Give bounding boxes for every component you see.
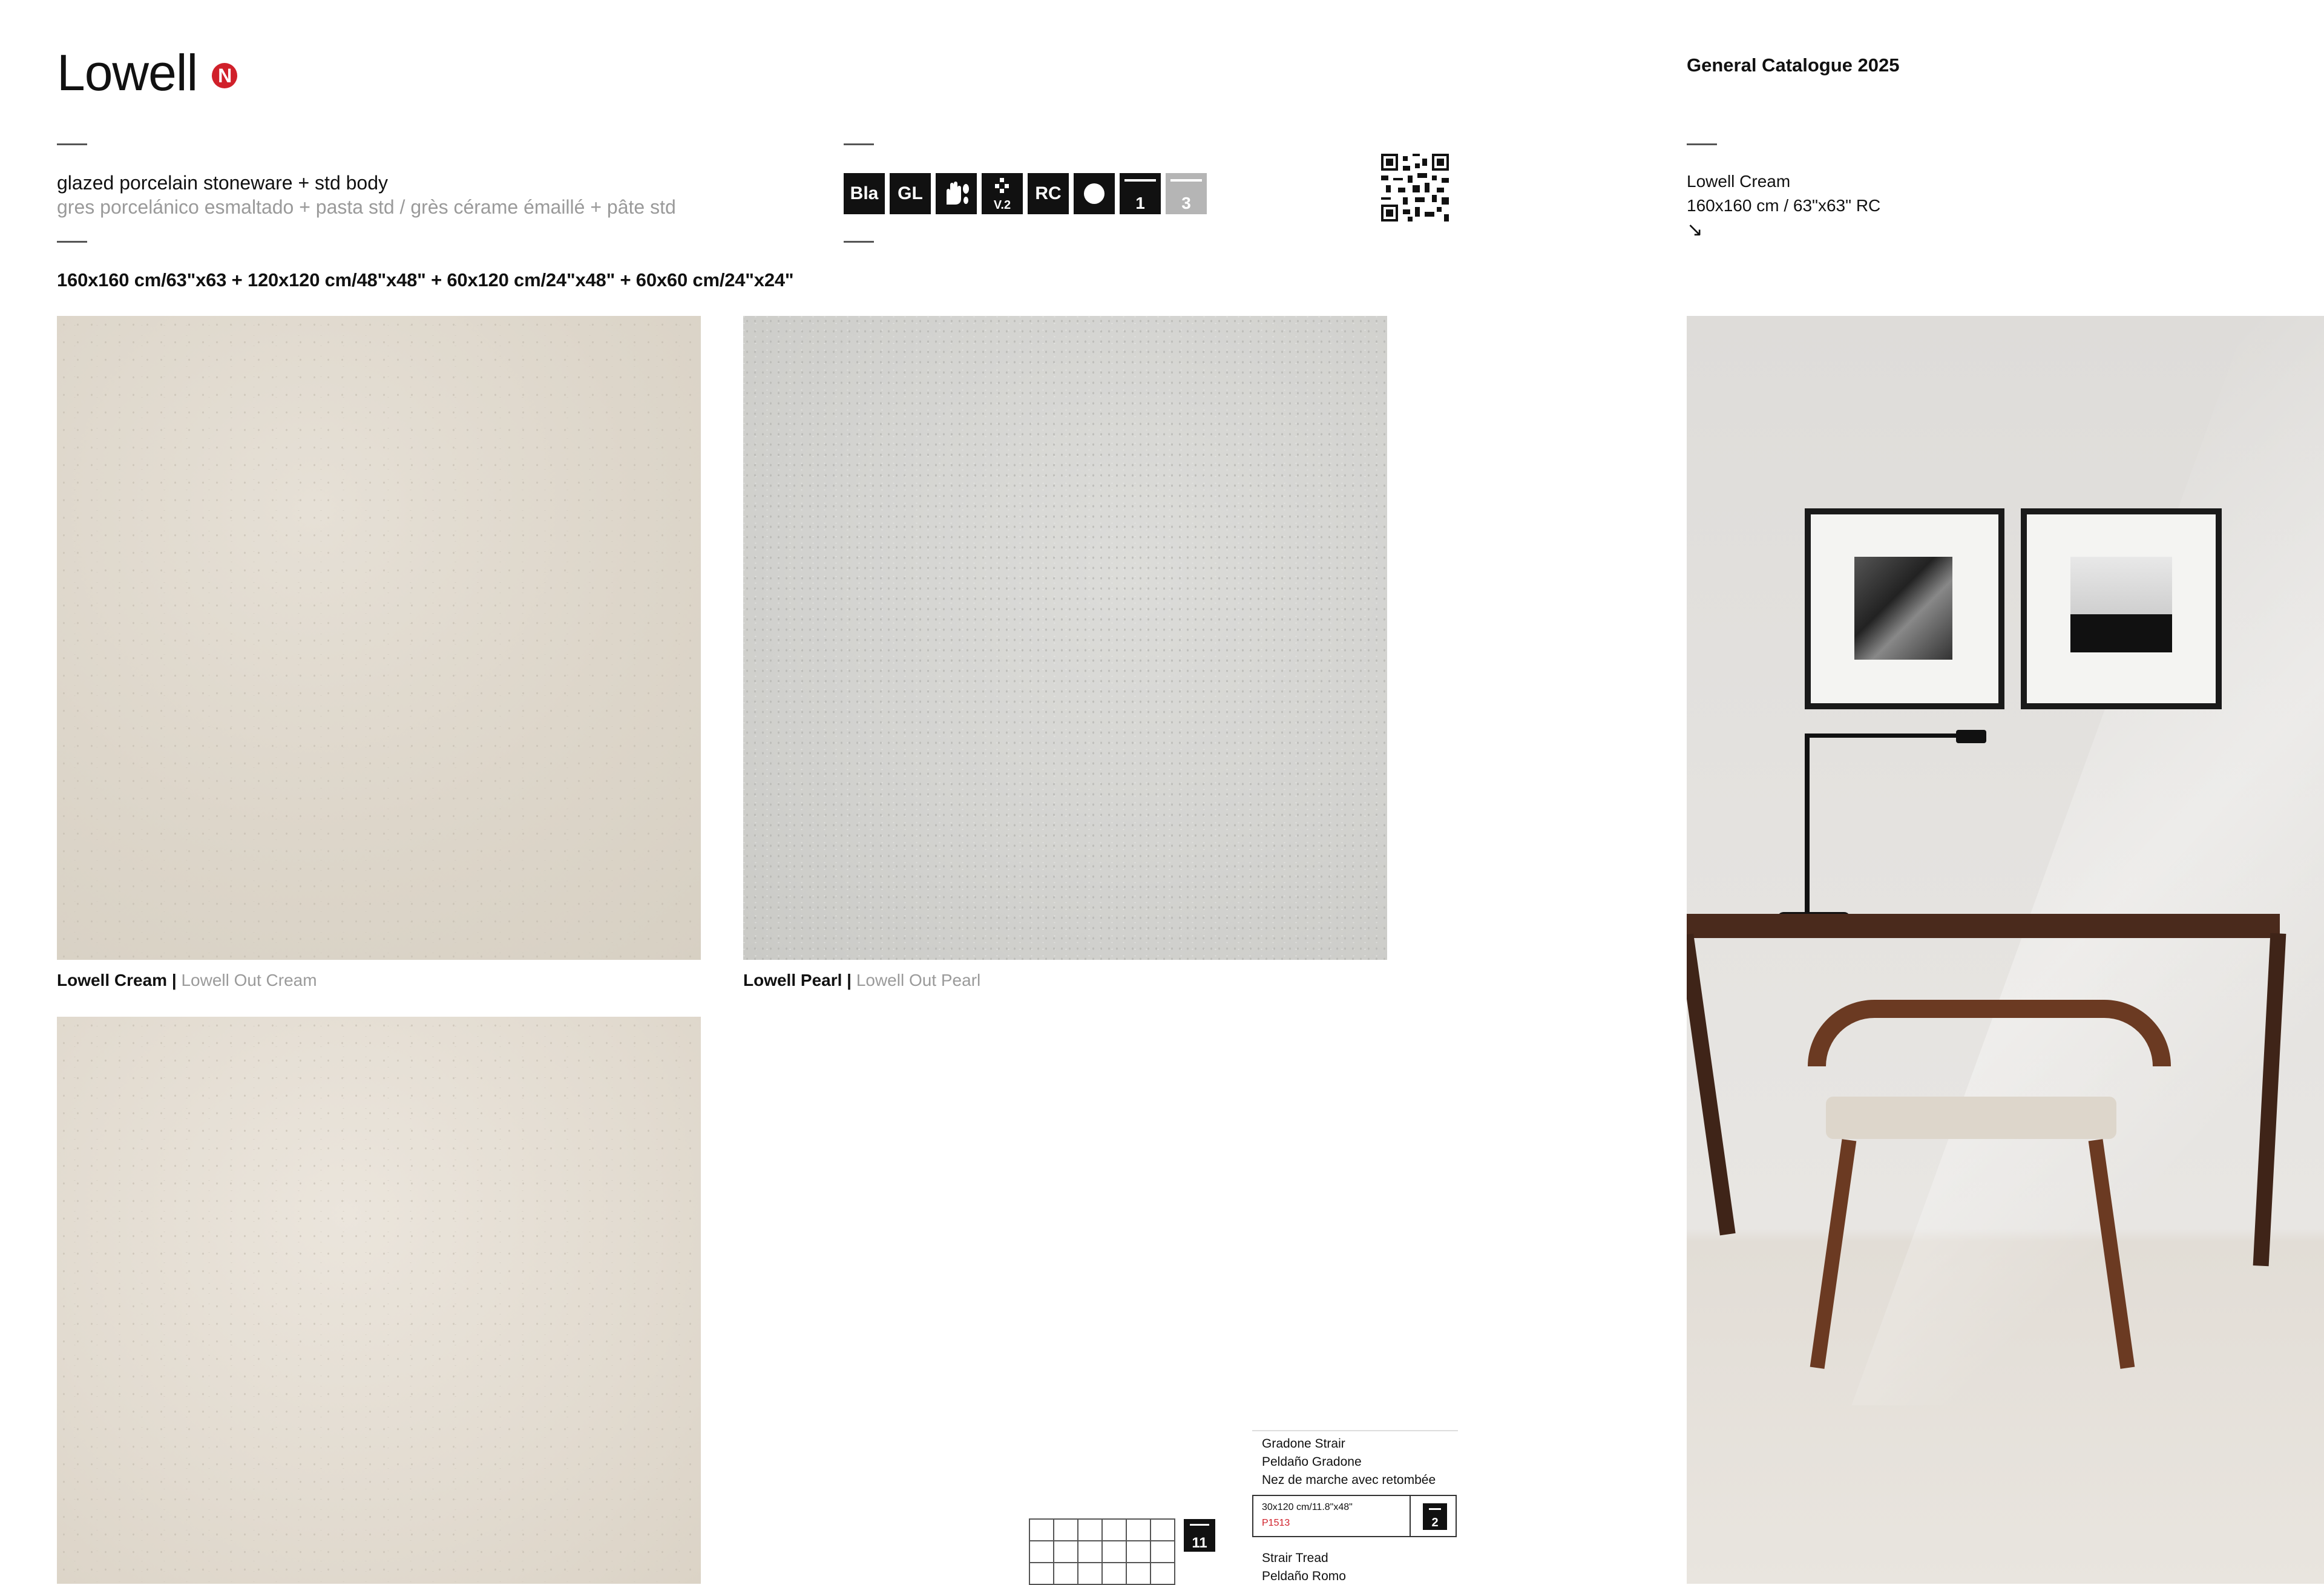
technical-icons: Bla GL V.2 RC 1 3 [844,173,1207,214]
traffic-class-icon: 1 [1120,173,1161,214]
picture-frame [2021,508,2222,709]
divider [1687,143,1717,145]
traffic-class-outdoor-icon: 3 [1166,173,1207,214]
trim-piece-name: Gradone Strair [1262,1437,1345,1451]
trim-piece-name: Peldaño Gradone [1262,1455,1362,1469]
catalogue-title: General Catalogue 2025 [1687,54,1900,76]
glazed-icon: GL [890,173,931,214]
trim-piece-size: 30x120 cm/11.8"x48" [1262,1502,1353,1512]
trim-piece-name: Nez de marche avec retombée [1262,1473,1436,1487]
water-absorption-icon: Bla [844,173,885,214]
traffic-class-outdoor-value: 3 [1181,194,1191,212]
tile-swatch-pearl[interactable] [743,316,1387,960]
hand-foot-icon [936,173,977,214]
special-piece-count-badge: 11 [1184,1519,1215,1552]
chair [1808,1000,2171,1066]
divider [57,241,87,243]
qr-code-icon[interactable] [1381,154,1449,222]
traffic-class-value: 1 [1135,194,1145,212]
page-title: Lowell N [57,44,238,101]
shade-variation-icon: V.2 [982,173,1023,214]
shade-variation-label: V.2 [993,199,1011,212]
tile-caption: Lowell Pearl | Lowell Out Pearl [743,971,981,989]
matt-finish-icon [1074,173,1115,214]
rectified-icon: RC [1028,173,1069,214]
divider [57,143,87,145]
divider [844,241,874,243]
trim-piece-name: Strair Tread [1262,1551,1328,1565]
trim-piece-spec: 30x120 cm/11.8"x48" P1513 2 [1252,1495,1457,1537]
tile-swatch-cream[interactable] [57,316,701,960]
tile-caption: Lowell Cream | Lowell Out Cream [57,971,317,989]
trim-piece-name: Peldaño Romo [1262,1569,1346,1583]
divider [844,143,874,145]
trim-piece-badge: 2 [1423,1503,1447,1530]
material-description-translated: gres porcelánico esmaltado + pasta std /… [57,196,676,218]
arrow-down-right-icon: ↘ [1687,218,1703,240]
desk [1687,914,2280,938]
brand-badge-icon: N [212,63,238,88]
divider [1252,1430,1458,1431]
featured-product-size: 160x160 cm / 63"x63" RC [1687,196,1881,215]
trim-piece-code: P1513 [1262,1518,1290,1528]
featured-product-name: Lowell Cream [1687,172,1791,191]
tile-swatch-cream-outdoor[interactable] [57,1017,701,1584]
room-photo [1687,316,2324,1584]
available-sizes: 160x160 cm/63"x63 + 120x120 cm/48"x48" +… [57,269,794,290]
material-description: glazed porcelain stoneware + std body [57,172,389,194]
collection-name: Lowell [57,44,198,101]
picture-frame [1805,508,2004,709]
tile-grid-diagram [1029,1518,1175,1585]
